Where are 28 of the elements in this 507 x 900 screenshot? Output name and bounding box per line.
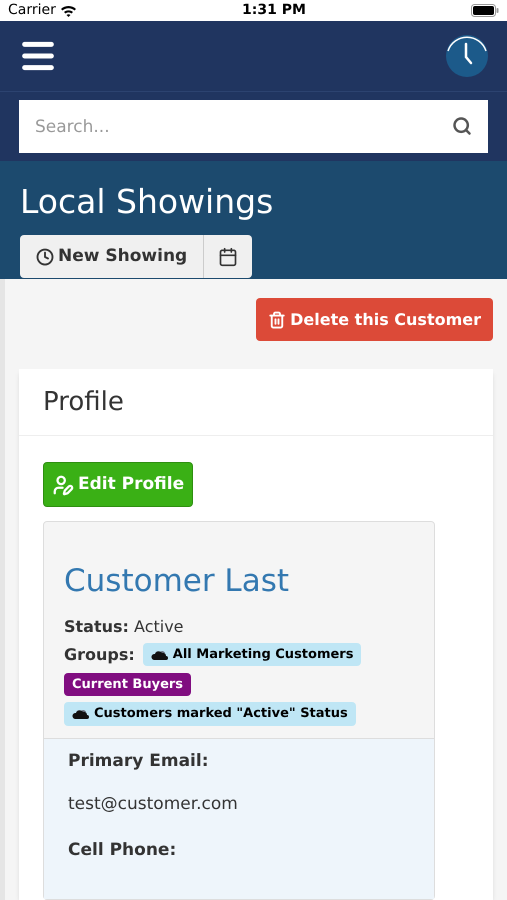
group-tag: Customers marked "Active" Status [64,702,356,726]
customer-name: Customer Last [64,562,290,601]
edit-profile-button[interactable]: Edit Profile [43,462,194,507]
search-field[interactable]: Search... [19,100,488,154]
user-edit-icon [52,474,74,496]
cloud-icon [150,648,169,661]
delete-customer-button[interactable]: Delete this Customer [256,298,493,341]
field-label: Primary Email: [68,750,210,772]
battery-icon [471,4,499,18]
search-icon[interactable] [452,116,472,136]
groups-label: Groups: [64,644,135,666]
cloud-icon [72,707,90,720]
page-title: Local Showings [20,181,274,224]
field-label: Cell Phone: [68,838,178,862]
new-showing-button[interactable]: New Showing [20,235,204,278]
trash-icon [268,310,286,328]
carrier-label: Carrier [8,1,56,20]
clock-time: 1:31 PM [242,1,306,20]
status-text: Status: Active [64,616,185,638]
field-value: test@customer.com [68,793,239,816]
wifi-icon [60,4,77,17]
group-tag: All Marketing Customers [142,642,362,666]
calendar-icon [218,246,238,267]
clock-icon[interactable] [445,34,489,78]
profile-title: Profile [43,386,124,418]
clock-icon [36,248,54,266]
group-tag: Current Buyers [64,672,192,696]
calendar-button[interactable] [204,235,252,278]
